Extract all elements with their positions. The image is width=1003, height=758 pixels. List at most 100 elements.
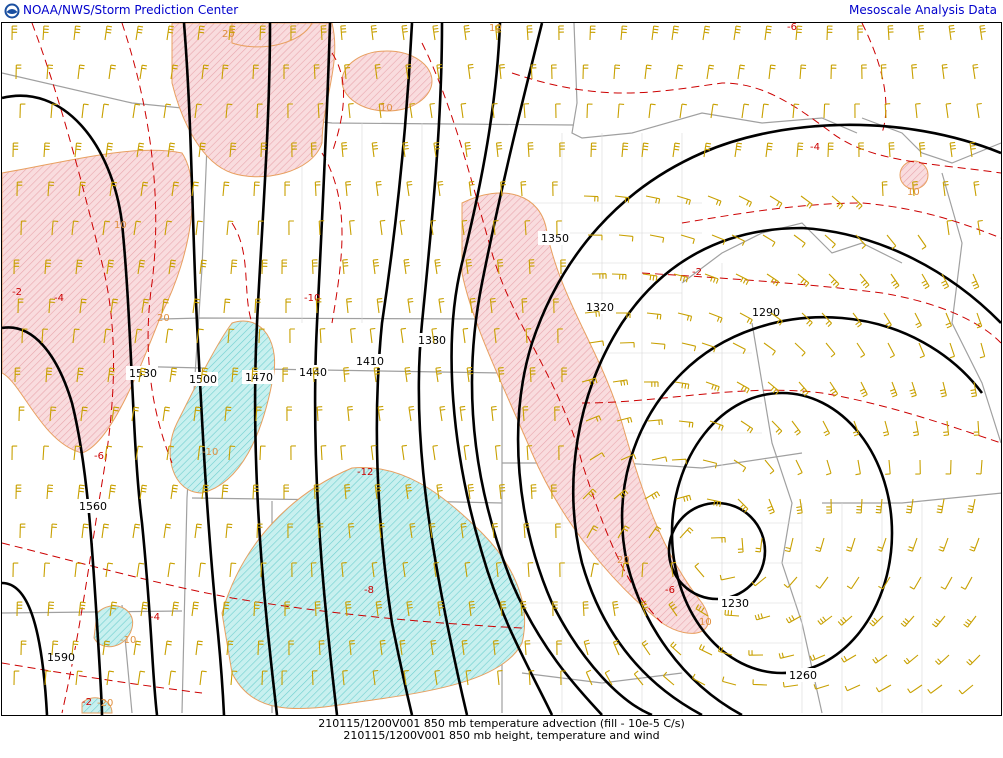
- wind-barb: [949, 342, 956, 359]
- wind-barb: [171, 601, 179, 617]
- wind-barb: [769, 195, 783, 208]
- wind-barb: [918, 142, 926, 158]
- wind-barb: [555, 103, 561, 119]
- wind-barb: [342, 259, 349, 275]
- wind-barb: [371, 141, 379, 158]
- wind-barb: [967, 498, 976, 514]
- wind-barb: [771, 420, 783, 435]
- wind-barb: [12, 142, 19, 158]
- wind-barb: [675, 64, 684, 80]
- wind-barb: [77, 64, 85, 80]
- wind-barb: [825, 342, 836, 358]
- wind-barb: [590, 142, 597, 158]
- wind-barb: [946, 219, 953, 236]
- wind-barb: [704, 273, 719, 284]
- wind-barb: [42, 445, 49, 461]
- wind-barb: [650, 342, 666, 350]
- wind-barb: [229, 562, 237, 578]
- temperature-label: -6: [665, 585, 675, 596]
- wind-barb: [940, 576, 953, 590]
- wind-barb: [77, 484, 85, 500]
- wind-barb: [707, 195, 722, 206]
- wind-barb: [11, 25, 18, 41]
- wind-barb: [708, 312, 723, 323]
- height-label: 1230: [721, 597, 749, 610]
- wind-barb: [16, 601, 23, 617]
- app-title: NOAA/NWS/Storm Prediction Center: [23, 3, 239, 17]
- wind-barb: [796, 142, 804, 158]
- wind-barb: [586, 103, 593, 119]
- wind-barb: [710, 536, 726, 543]
- wind-barb: [347, 406, 353, 422]
- wind-barb: [706, 64, 715, 80]
- wind-barb: [887, 25, 894, 41]
- advection-label: 10: [380, 103, 393, 114]
- wind-barb: [646, 312, 662, 320]
- wind-barb: [764, 459, 775, 475]
- wind-barb: [167, 562, 175, 578]
- wind-barb: [46, 64, 54, 80]
- wind-barb: [520, 181, 527, 197]
- advection-label: 20: [157, 313, 170, 324]
- temperature-label: -2: [692, 267, 702, 278]
- wind-barb: [494, 445, 501, 461]
- height-label: 1260: [789, 669, 817, 682]
- wind-barb: [681, 342, 697, 352]
- data-source-title: Mesoscale Analysis Data: [849, 3, 997, 17]
- wind-barb: [314, 181, 321, 197]
- wind-barb: [911, 64, 917, 80]
- wind-barb: [678, 420, 694, 428]
- wind-barb: [917, 25, 925, 41]
- wind-barb: [643, 381, 659, 387]
- wind-barb: [499, 64, 505, 80]
- wind-barb: [679, 103, 687, 119]
- wind-barb: [289, 328, 295, 344]
- wind-barb: [831, 195, 844, 210]
- wind-barb: [613, 64, 621, 80]
- wind-barb: [724, 609, 740, 617]
- wind-barb: [876, 537, 887, 552]
- wind-barb: [459, 405, 466, 422]
- wind-barb: [732, 342, 746, 355]
- wind-barb: [976, 102, 982, 119]
- wind-barb: [672, 142, 680, 158]
- wind-barb: [467, 483, 475, 500]
- wind-barb: [340, 445, 346, 461]
- wind-barb: [165, 328, 173, 344]
- wind-barb: [826, 25, 833, 41]
- wind-barb: [583, 639, 590, 656]
- wind-barb: [785, 615, 802, 624]
- wind-barb: [973, 180, 980, 197]
- wind-barb: [971, 273, 980, 290]
- wind-barb: [765, 142, 773, 158]
- wind-barb: [907, 537, 918, 552]
- temperature-label: -6: [94, 451, 104, 462]
- wind-barb: [376, 297, 383, 314]
- wind-barb: [641, 142, 649, 158]
- wind-barb: [676, 195, 691, 205]
- wind-barb: [768, 64, 776, 80]
- wind-barb: [379, 219, 386, 236]
- wind-barb: [918, 342, 926, 359]
- advection-label: -10: [202, 447, 218, 458]
- header-bar: NOAA/NWS/Storm Prediction Center Mesosca…: [0, 0, 1003, 22]
- wind-barb: [644, 64, 652, 80]
- wind-barb: [43, 562, 50, 578]
- wind-barb: [139, 484, 148, 500]
- wind-barb: [872, 654, 888, 664]
- wind-barb: [435, 366, 442, 383]
- wind-barb: [104, 25, 112, 41]
- wind-barb: [43, 142, 50, 158]
- wind-barb: [794, 342, 806, 357]
- wind-barb: [766, 273, 780, 287]
- wind-barb: [915, 103, 921, 119]
- wind-barb: [966, 654, 981, 666]
- height-label: 1560: [79, 500, 107, 513]
- wind-barb: [963, 615, 977, 628]
- wind-barb: [912, 420, 920, 437]
- wind-barb: [645, 195, 661, 204]
- wind-barb: [46, 484, 54, 500]
- wind-barb: [590, 562, 599, 578]
- temperature-label: -4: [54, 293, 64, 304]
- wind-barb: [945, 459, 952, 475]
